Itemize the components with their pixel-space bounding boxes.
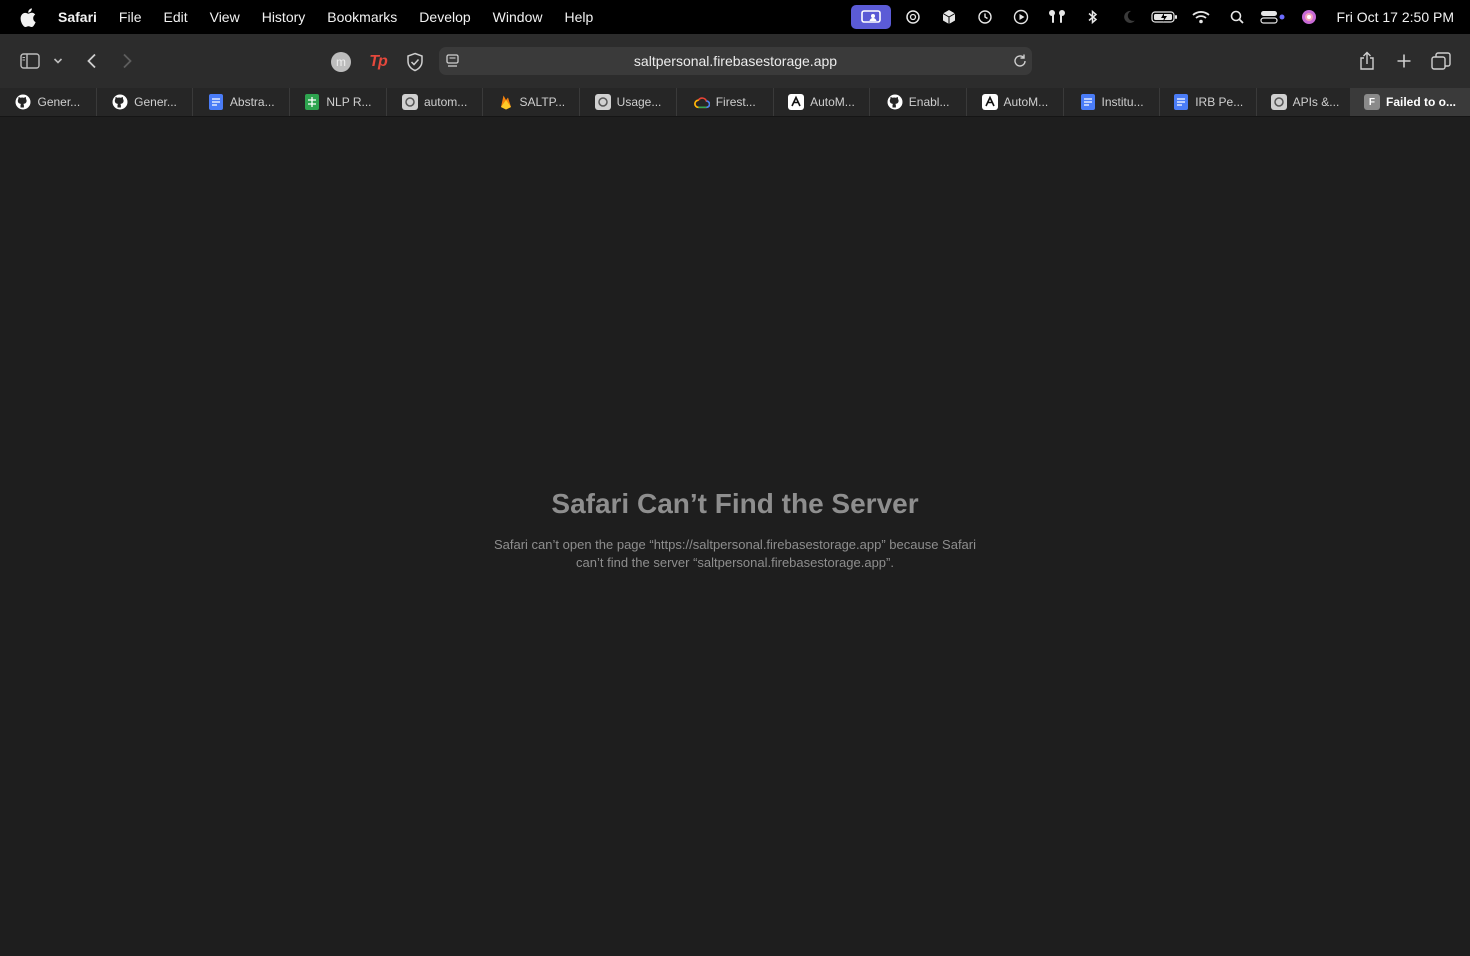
chevron-down-icon[interactable] [50, 53, 66, 69]
tab-label: SALTP... [519, 95, 566, 109]
tab-9[interactable]: AutoM... [774, 88, 871, 116]
tab-label: Firest... [715, 95, 756, 109]
menu-safari[interactable]: Safari [52, 0, 108, 34]
airpods-icon[interactable] [1039, 0, 1075, 34]
play-icon[interactable] [1003, 0, 1039, 34]
control-center-icon[interactable] [1255, 0, 1291, 34]
screen-sharing-icon[interactable] [850, 5, 891, 29]
page-content: Safari Can’t Find the Server Safari can’… [0, 118, 1470, 956]
google-cloud-icon [693, 94, 710, 110]
tab-label: Failed to o... [1385, 95, 1456, 109]
tab-label: APIs &... [1292, 95, 1340, 109]
google-sheets-icon [304, 94, 320, 110]
tab-15[interactable]: F Failed to o... [1350, 88, 1470, 116]
menubar-clock[interactable]: Fri Oct 17 2:50 PM [1327, 9, 1470, 25]
error-message-line-1: Safari can’t open the page “https://salt… [493, 537, 977, 552]
menu-bar: Safari File Edit View History Bookmarks … [0, 0, 1470, 34]
address-text[interactable]: saltpersonal.firebasestorage.app [439, 47, 1032, 75]
privacy-shield-icon[interactable] [404, 51, 426, 73]
forward-arrow-icon [123, 53, 132, 69]
tab-label: IRB Pe... [1195, 95, 1244, 109]
back-button[interactable] [82, 51, 102, 71]
siri-icon[interactable] [1291, 0, 1327, 34]
menu-edit[interactable]: Edit [152, 0, 198, 34]
tab-label: Usage... [616, 95, 662, 109]
tab-10[interactable]: Enabl... [870, 88, 967, 116]
search-icon[interactable] [1219, 0, 1255, 34]
tab-1[interactable]: Gener... [0, 88, 97, 116]
new-tab-icon[interactable] [1393, 50, 1415, 72]
sidebar-toggle-icon[interactable] [18, 51, 42, 71]
chatgpt-icon[interactable] [895, 0, 931, 34]
github-icon [112, 94, 128, 110]
tab-4[interactable]: NLP R... [290, 88, 387, 116]
tab-3[interactable]: Abstra... [193, 88, 291, 116]
tab-label: NLP R... [326, 95, 372, 109]
google-docs-icon [208, 94, 224, 110]
menu-help[interactable]: Help [553, 0, 604, 34]
tab-label: Gener... [134, 95, 177, 109]
battery-icon[interactable] [1147, 0, 1183, 34]
anthropic-icon [981, 94, 998, 110]
anthropic-icon [788, 94, 805, 110]
apple-logo-icon[interactable] [18, 7, 38, 27]
github-icon [887, 94, 903, 110]
tab-7[interactable]: Usage... [580, 88, 677, 116]
tab-label: AutoM... [1003, 95, 1049, 109]
tab-13[interactable]: IRB Pe... [1160, 88, 1258, 116]
tab-11[interactable]: AutoM... [967, 88, 1064, 116]
tab-label: autom... [423, 95, 468, 109]
google-docs-icon [1080, 94, 1096, 110]
extension-avatar-icon: m [331, 52, 351, 72]
google-docs-icon [1173, 94, 1189, 110]
tab-label: Institu... [1101, 95, 1144, 109]
address-bar[interactable]: saltpersonal.firebasestorage.app [439, 47, 1032, 75]
menu-history[interactable]: History [251, 0, 317, 34]
firebase-icon [498, 94, 514, 110]
letter-f-icon: F [1363, 94, 1380, 110]
tab-label: Abstra... [229, 95, 275, 109]
box-icon[interactable] [931, 0, 967, 34]
menu-bookmarks[interactable]: Bookmarks [316, 0, 408, 34]
tab-label: AutoM... [810, 95, 855, 109]
time-machine-icon[interactable] [967, 0, 1003, 34]
back-arrow-icon [87, 53, 96, 69]
tab-bar: Gener... Gener... Abstra... NLP R... autom..… [0, 88, 1470, 117]
error-message: Safari can’t open the page “https://salt… [475, 536, 995, 572]
tab-label: Gener... [37, 95, 81, 109]
tab-label: Enabl... [908, 95, 950, 109]
tab-12[interactable]: Institu... [1064, 88, 1161, 116]
tab-overview-icon[interactable] [1430, 50, 1452, 72]
menu-develop[interactable]: Develop [408, 0, 481, 34]
error-message-line-2: can’t find the server “saltpersonal.fire… [576, 555, 894, 570]
openai-icon [401, 94, 418, 110]
openai-icon [594, 94, 611, 110]
reload-icon[interactable] [1012, 53, 1028, 69]
share-icon[interactable] [1356, 50, 1378, 72]
tp-extension-button[interactable]: Tp [366, 51, 390, 73]
tab-6[interactable]: SALTP... [484, 88, 581, 116]
forward-button[interactable] [117, 51, 137, 71]
moon-icon[interactable] [1111, 0, 1147, 34]
wifi-icon[interactable] [1183, 0, 1219, 34]
tab-2[interactable]: Gener... [97, 88, 194, 116]
tab-8[interactable]: Firest... [677, 88, 774, 116]
menu-file[interactable]: File [108, 0, 153, 34]
menu-view[interactable]: View [199, 0, 251, 34]
tab-14[interactable]: APIs &... [1257, 88, 1354, 116]
tp-extension-icon: Tp [369, 53, 388, 70]
menu-window[interactable]: Window [482, 0, 554, 34]
github-icon [15, 94, 31, 110]
openai-icon [1270, 94, 1287, 110]
status-bar: Fri Oct 17 2:50 PM [850, 0, 1470, 34]
safari-toolbar: m Tp saltpersonal.firebasestorage.app [0, 34, 1470, 88]
bluetooth-icon[interactable] [1075, 0, 1111, 34]
error-title: Safari Can’t Find the Server [551, 488, 919, 519]
tab-5[interactable]: autom... [387, 88, 484, 116]
extension-avatar-button[interactable]: m [330, 51, 352, 73]
